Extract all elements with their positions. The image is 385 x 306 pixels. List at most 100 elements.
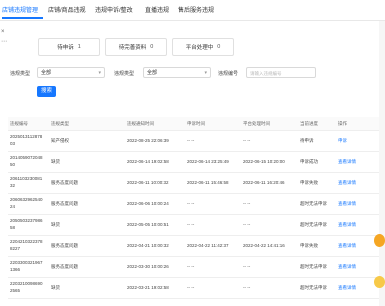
violation-id: 2565 [10,288,21,293]
tab-store-product-violation[interactable]: 店铺/商品违规 [48,5,86,14]
violation-id: 2203300321967 [10,260,43,265]
mascot-icon[interactable] [374,276,385,288]
notice-time: 2022-06-11 10:00:32 [127,180,169,185]
status-text: 申诉失败 [300,180,318,185]
violation-type: 服务态度问题 [51,243,78,248]
status-text: 申诉失败 [300,243,318,248]
handled-time: 2022-06-11 16:20:46 [243,180,285,185]
status-text: 超时无法申诉 [300,222,327,227]
tab-after-sales-violation[interactable]: 售后服务违规 [178,5,214,14]
view-details-link[interactable]: 查看详情 [338,285,356,291]
violation-id: 2204210322378 [10,239,43,244]
column-header: 操作 [338,121,347,126]
summary-card-pending-materials[interactable]: 待完善资料 0 [105,38,167,56]
notice-time: 2022-04-21 10:00:32 [127,243,169,248]
violation-id: 2025013112878 [10,134,43,139]
table-row: 2060632962540 24 服务态度问题 2022-06-06 10:00… [8,193,379,215]
status-filter-value: 全部 [41,70,52,76]
handled-time: 2022-04-22 14:41:16 [243,243,285,248]
summary-card-pending-appeal[interactable]: 待申诉 1 [38,38,100,56]
violation-id: 1366 [10,267,21,272]
column-header: 当前进度 [300,121,318,126]
violation-type: 缺货 [51,285,60,290]
summary-count: 0 [217,44,221,50]
violation-type: 缺货 [51,159,60,164]
handled-time: -- -- [243,138,251,143]
appeal-link[interactable]: 申诉 [338,138,347,144]
notice-time: 2022-03-21 19:02:58 [127,285,169,290]
view-details-link[interactable]: 查看详情 [338,243,356,249]
view-details-link[interactable]: 查看详情 [338,159,356,165]
summary-card-platform-processing[interactable]: 平台处理中 0 [172,38,234,56]
table-row: 2025013112878 03 知产侵权 2022-08-25 22:06:3… [8,130,379,152]
handled-time: -- -- [243,222,251,227]
column-header: 违规类型 [51,121,69,126]
chevron-down-icon: ▾ [98,70,101,76]
handled-time: -- -- [243,201,251,206]
view-details-link[interactable]: 查看详情 [338,264,356,270]
violation-id: 2014059072048 [10,155,43,160]
status-filter-label: 违规类型 [10,71,31,77]
chevron-down-icon: ▾ [204,70,207,76]
status-text: 超时无法申诉 [300,201,327,206]
notice-time: 2022-06-14 19:02:58 [127,159,169,164]
violation-no-input[interactable]: 请输入违规编号 [246,67,316,78]
summary-label: 平台处理中 [185,45,214,51]
top-tab-bar: 店铺违规管理 店铺/商品违规 违规申诉/整改 直播违规 售后服务违规 [0,0,385,21]
left-rail: × ⋯ [0,21,8,306]
notice-time: 2022-08-25 22:06:39 [127,138,169,143]
tab-store-violation-management[interactable]: 店铺违规管理 [2,5,38,14]
status-text: 申诉成功 [300,159,318,164]
tab-live-violation[interactable]: 直播违规 [145,5,169,14]
tab-violation-appeal[interactable]: 违规申诉/整改 [95,5,133,14]
appeal-time: -- -- [187,201,195,206]
appeal-time: -- -- [187,285,195,290]
violation-no-label: 违规编号 [218,71,239,77]
status-text: 超时无法申诉 [300,285,327,290]
appeal-time: 2022-04-22 11:42:37 [187,243,229,248]
appeal-time: -- -- [187,222,195,227]
view-details-link[interactable]: 查看详情 [338,201,356,207]
close-icon[interactable]: × [1,29,5,35]
notice-time: 2022-06-06 10:00:24 [127,201,169,206]
violation-type: 服务态度问题 [51,180,78,185]
column-header: 平台处理时间 [243,121,270,126]
violation-id: 58 [10,225,16,230]
type-filter-value: 全部 [147,70,158,76]
violation-id: 03 [10,141,16,146]
violation-type: 知产侵权 [51,138,69,143]
violation-id: 50 [10,162,16,167]
violation-type: 服务态度问题 [51,201,78,206]
search-button[interactable]: 搜索 [37,86,56,97]
violation-id: 2203210098690 [10,281,43,286]
summary-count: 0 [150,44,154,50]
status-text: 超时无法申诉 [300,264,327,269]
mascot-icon[interactable] [374,234,385,247]
table-row: 2203300321967 1366 服务态度问题 2022-03-30 10:… [8,256,379,278]
violation-id: 2060632962540 [10,197,43,202]
active-tab-indicator [2,17,43,19]
type-filter-select[interactable]: 全部 ▾ [143,67,211,78]
status-text: 待申诉 [300,138,314,143]
right-scroll-strip[interactable] [379,21,385,306]
appeal-time: 2022-06-11 15:46:58 [187,180,229,185]
violation-id: 2050503237986 [10,218,43,223]
violation-id: 24 [10,204,16,209]
table-row: 2050503237986 58 缺货 2022-05-05 10:00:51 … [8,214,379,236]
column-header: 违规编号 [10,121,28,126]
column-header: 违规通知时间 [127,121,154,126]
view-details-link[interactable]: 查看详情 [338,222,356,228]
view-details-link[interactable]: 查看详情 [338,180,356,186]
table-row: 2061103230081 32 服务态度问题 2022-06-11 10:00… [8,172,379,194]
more-icon[interactable]: ⋯ [1,39,7,45]
handled-time: -- -- [243,264,251,269]
summary-label: 待完善资料 [118,45,147,51]
violation-id: 32 [10,183,16,188]
status-filter-select[interactable]: 全部 ▾ [37,67,105,78]
summary-count: 1 [77,44,81,50]
violation-id: 2061103230081 [10,176,43,181]
notice-time: 2022-05-05 10:00:51 [127,222,169,227]
handled-time: 2022-06-15 10:20:00 [243,159,285,164]
type-filter-label: 违规类型 [114,71,135,77]
column-header: 申诉时间 [187,121,205,126]
